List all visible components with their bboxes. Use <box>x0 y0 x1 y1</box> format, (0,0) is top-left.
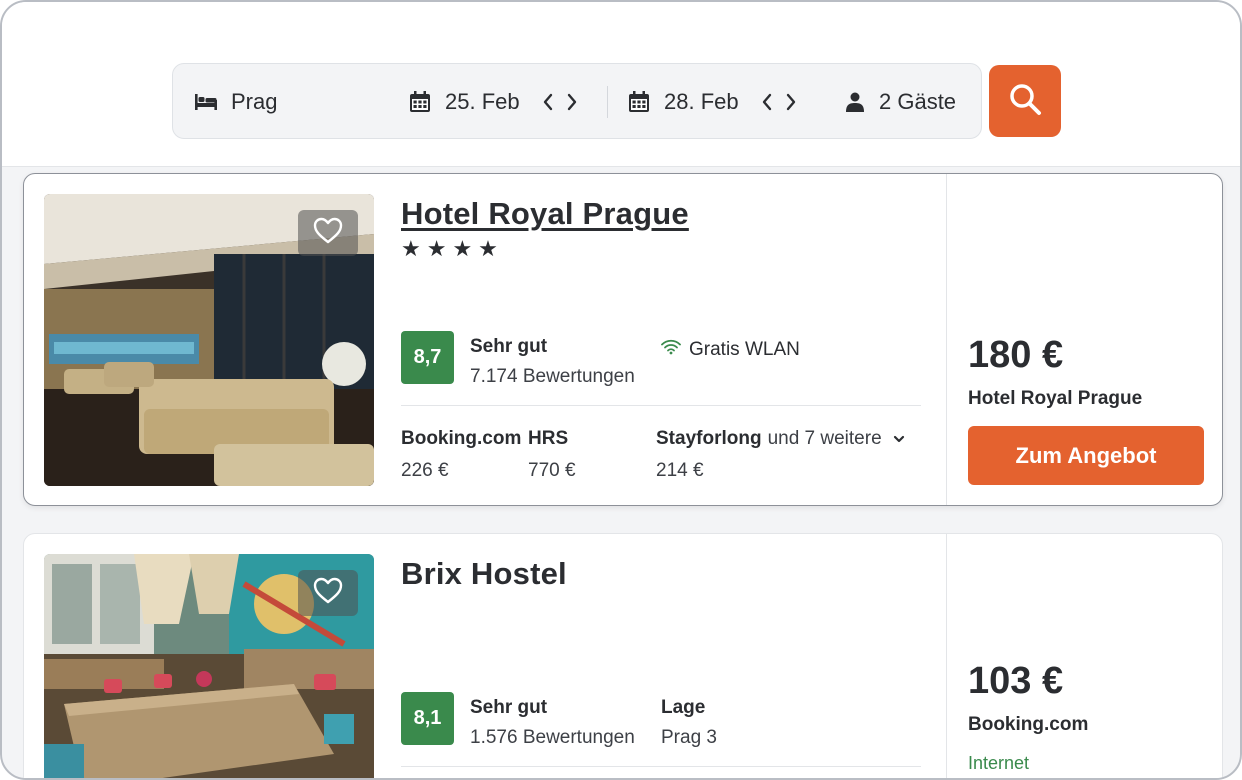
more-providers[interactable]: und 7 weitere <box>768 428 882 449</box>
hotel-photo[interactable] <box>44 194 374 486</box>
checkout-date: 28. Feb <box>664 89 739 114</box>
location-value: Prag 3 <box>661 727 717 748</box>
hotel-photo[interactable] <box>44 554 374 778</box>
rating-badge: 8,1 <box>401 692 454 745</box>
deal-button[interactable]: Zum Angebot <box>968 426 1204 485</box>
provider-name: Booking.com <box>401 428 522 449</box>
guests-text: 2 Gäste <box>879 89 957 114</box>
divider <box>401 766 921 767</box>
header: Prag 25. Feb 28. Feb 2 Gäste <box>2 2 1240 167</box>
provider-booking[interactable]: Booking.com 226 € <box>401 428 522 481</box>
destination-field[interactable]: Prag <box>195 64 277 140</box>
location-label: Lage <box>661 697 706 718</box>
favorite-button[interactable] <box>298 570 358 616</box>
rating-badge: 8,7 <box>401 331 454 384</box>
favorite-button[interactable] <box>298 210 358 256</box>
search-icon <box>1008 82 1042 121</box>
heart-icon <box>313 217 343 249</box>
chevron-right-icon[interactable] <box>566 93 578 111</box>
amenity-wifi: Gratis WLAN <box>661 339 800 361</box>
review-count[interactable]: 1.576 Bewertungen <box>470 727 635 749</box>
star-rating: ★★★★ <box>401 236 504 261</box>
price-extra-info: Internet <box>968 753 1030 773</box>
guests-field[interactable]: 2 Gäste <box>845 64 956 140</box>
price-column: 103 € Booking.com Internet <box>968 534 1204 778</box>
heart-icon <box>313 577 343 609</box>
wifi-icon <box>661 339 689 361</box>
price-source: Hotel Royal Prague <box>968 388 1143 409</box>
chevron-left-icon[interactable] <box>761 93 773 111</box>
provider-price: 770 € <box>528 460 576 481</box>
review-count[interactable]: 7.174 Bewertungen <box>470 366 635 388</box>
hotel-info: Hotel Royal Prague ★★★★ 8,7 Sehr gut 7.1… <box>401 174 921 505</box>
provider-name: HRS <box>528 428 569 449</box>
rating-label: Sehr gut <box>470 697 548 718</box>
bed-icon <box>195 94 217 110</box>
column-divider <box>946 534 947 778</box>
provider-hrs[interactable]: HRS 770 € <box>528 428 576 481</box>
chevron-right-icon[interactable] <box>785 93 797 111</box>
chevron-down-icon[interactable] <box>893 428 905 450</box>
search-divider <box>607 86 608 118</box>
calendar-icon <box>628 91 650 113</box>
rating-label: Sehr gut <box>470 336 548 357</box>
hotel-name-link[interactable]: Hotel Royal Prague <box>401 196 689 232</box>
provider-stayforlong[interactable]: Stayforlong und 7 weitere 214 € <box>656 428 926 481</box>
price-column: 180 € Hotel Royal Prague Zum Angebot <box>968 174 1204 505</box>
calendar-icon <box>409 91 431 113</box>
provider-price: 214 € <box>656 460 704 481</box>
best-price: 103 € <box>968 660 1064 702</box>
person-icon <box>845 92 865 112</box>
provider-price: 226 € <box>401 460 449 481</box>
search-bar: Prag 25. Feb 28. Feb 2 Gäste <box>172 63 982 139</box>
chevron-left-icon[interactable] <box>542 93 554 111</box>
search-button[interactable] <box>989 65 1061 137</box>
price-source: Booking.com <box>968 714 1089 735</box>
amenity-text: Gratis WLAN <box>689 339 800 360</box>
hotel-info: Brix Hostel 8,1 Sehr gut 1.576 Bewertung… <box>401 534 921 778</box>
hotel-card[interactable]: Hotel Royal Prague ★★★★ 8,7 Sehr gut 7.1… <box>23 173 1223 506</box>
checkin-field[interactable]: 25. Feb <box>409 64 578 140</box>
hotel-name[interactable]: Brix Hostel <box>401 556 567 592</box>
app-window: Prag 25. Feb 28. Feb 2 Gäste Hotel Royal… <box>0 0 1242 780</box>
column-divider <box>946 174 947 505</box>
hotel-card[interactable]: Brix Hostel 8,1 Sehr gut 1.576 Bewertung… <box>23 533 1223 778</box>
provider-name: Stayforlong <box>656 428 762 450</box>
divider <box>401 405 921 406</box>
checkin-date: 25. Feb <box>445 89 520 114</box>
destination-text: Prag <box>231 89 278 114</box>
checkout-field[interactable]: 28. Feb <box>628 64 797 140</box>
best-price: 180 € <box>968 334 1064 376</box>
